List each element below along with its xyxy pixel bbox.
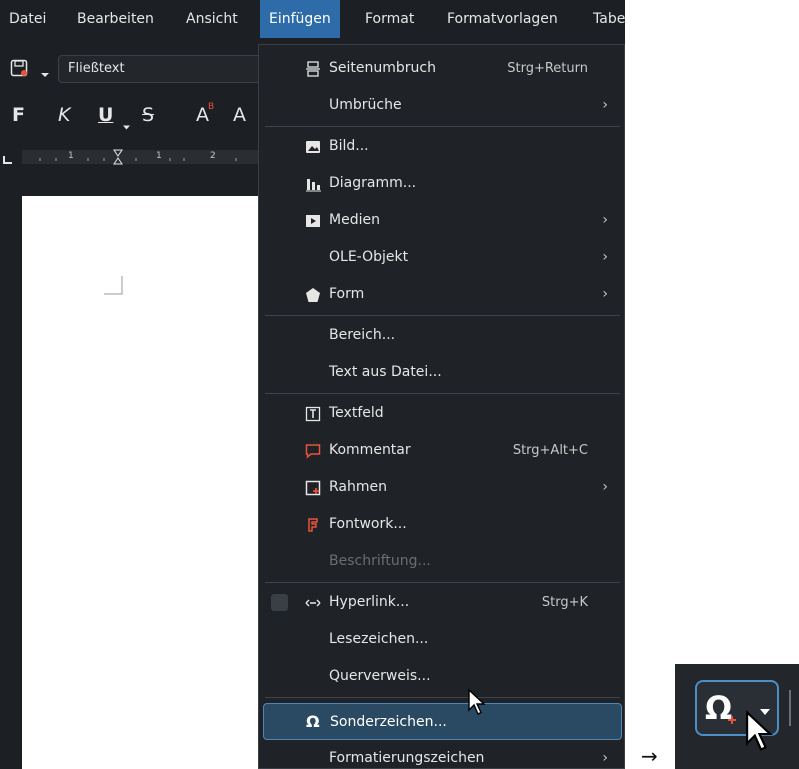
chevron-down-icon[interactable] bbox=[122, 116, 131, 130]
menu-item-label: Rahmen bbox=[329, 479, 387, 495]
menu-ansicht[interactable]: Ansicht bbox=[186, 0, 238, 38]
comment-icon bbox=[305, 443, 321, 459]
menu-item-label: Beschriftung... bbox=[329, 553, 431, 569]
menu-item-label: Bereich... bbox=[329, 327, 396, 343]
horizontal-ruler[interactable]: 1 1 2 bbox=[0, 148, 258, 168]
menu-item-label: Text aus Datei... bbox=[329, 364, 442, 380]
ruler-mark: 2 bbox=[210, 151, 216, 161]
frame-icon bbox=[305, 480, 321, 496]
menu-item-sonderzeichen[interactable]: Ω Sonderzeichen... bbox=[263, 703, 622, 740]
menu-item-shortcut: Strg+Return bbox=[507, 61, 588, 76]
menu-item-rahmen[interactable]: Rahmen › bbox=[259, 469, 625, 506]
menu-item-shortcut: Strg+Alt+C bbox=[512, 443, 588, 458]
textbox-icon bbox=[305, 406, 321, 422]
checkbox[interactable] bbox=[271, 594, 288, 611]
menu-item-diagramm[interactable]: Diagramm... bbox=[259, 165, 625, 202]
menu-item-label: Bild... bbox=[329, 138, 369, 154]
chevron-right-icon: › bbox=[602, 97, 608, 113]
plus-icon bbox=[727, 710, 737, 724]
menu-item-label: Lesezeichen... bbox=[329, 631, 429, 647]
menu-item-label: Fontwork... bbox=[329, 516, 407, 532]
writer-window: Datei Bearbeiten Ansicht Einfügen Format… bbox=[0, 0, 625, 769]
document-page[interactable] bbox=[22, 196, 258, 769]
menu-separator bbox=[265, 126, 620, 127]
menu-bar: Datei Bearbeiten Ansicht Einfügen Format… bbox=[0, 0, 625, 38]
menu-item-form[interactable]: Form › bbox=[259, 276, 625, 313]
bold-button[interactable]: F bbox=[12, 104, 25, 126]
menu-separator bbox=[265, 315, 620, 316]
chevron-right-icon: › bbox=[602, 479, 608, 495]
chevron-right-icon: › bbox=[602, 750, 608, 766]
menu-item-seitenumbruch[interactable]: Seitenumbruch Strg+Return bbox=[259, 50, 625, 87]
menu-item-label: Sonderzeichen... bbox=[330, 714, 447, 730]
menu-item-beschriftung: Beschriftung... bbox=[259, 543, 625, 580]
menu-item-label: Seitenumbruch bbox=[329, 60, 436, 76]
fontwork-icon bbox=[305, 517, 321, 533]
menu-format[interactable]: Format bbox=[365, 0, 414, 38]
hyperlink-icon bbox=[305, 595, 321, 611]
menu-item-kommentar[interactable]: Kommentar Strg+Alt+C bbox=[259, 432, 625, 469]
menu-item-label: Hyperlink... bbox=[329, 594, 410, 610]
menu-item-bild[interactable]: Bild... bbox=[259, 128, 625, 165]
transition-arrow: → bbox=[641, 744, 658, 768]
menu-item-label: Formatierungszeichen bbox=[329, 750, 485, 766]
menu-tabelle[interactable]: Tabe bbox=[593, 0, 625, 38]
menu-item-label: OLE-Objekt bbox=[329, 249, 409, 265]
menu-item-label: Querverweis... bbox=[329, 668, 431, 684]
insert-menu: Seitenumbruch Strg+Return Umbrüche › Bil… bbox=[258, 44, 625, 769]
menu-einfuegen[interactable]: Einfügen bbox=[260, 0, 340, 38]
chevron-right-icon: › bbox=[602, 249, 608, 265]
menu-separator bbox=[265, 582, 620, 583]
omega-icon: Ω bbox=[306, 712, 320, 731]
page-break-icon bbox=[305, 61, 321, 77]
menu-formatvorlagen[interactable]: Formatvorlagen bbox=[447, 0, 558, 38]
menu-item-label: Textfeld bbox=[329, 405, 384, 421]
menu-datei[interactable]: Datei bbox=[9, 0, 46, 38]
chevron-right-icon: › bbox=[602, 212, 608, 228]
menu-item-hyperlink[interactable]: Hyperlink... Strg+K bbox=[259, 584, 625, 621]
strikethrough-button[interactable]: S bbox=[142, 104, 154, 126]
menu-item-label: Medien bbox=[329, 212, 380, 228]
menu-item-textfeld[interactable]: Textfeld bbox=[259, 395, 625, 432]
menu-item-label: Umbrüche bbox=[329, 97, 402, 113]
menu-item-bereich[interactable]: Bereich... bbox=[259, 317, 625, 354]
media-icon bbox=[305, 213, 321, 229]
paragraph-style-combo[interactable]: Fließtext bbox=[58, 55, 268, 83]
menu-item-ole-objekt[interactable]: OLE-Objekt › bbox=[259, 239, 625, 276]
menu-item-medien[interactable]: Medien › bbox=[259, 202, 625, 239]
menu-item-fontwork[interactable]: Fontwork... bbox=[259, 506, 625, 543]
shape-icon bbox=[305, 287, 321, 303]
menu-item-label: Kommentar bbox=[329, 442, 411, 458]
image-icon bbox=[305, 139, 321, 155]
menu-item-formatierungszeichen[interactable]: Formatierungszeichen › bbox=[259, 740, 625, 769]
menu-item-lesezeichen[interactable]: Lesezeichen... bbox=[259, 621, 625, 658]
italic-button[interactable]: K bbox=[58, 104, 70, 126]
mouse-cursor-icon bbox=[744, 708, 778, 754]
ruler-mark: 1 bbox=[68, 151, 74, 161]
menu-item-querverweis[interactable]: Querverweis... bbox=[259, 658, 625, 695]
subscript-button[interactable]: A bbox=[233, 104, 246, 126]
superscript-marker: B bbox=[208, 102, 215, 112]
chevron-right-icon: › bbox=[602, 286, 608, 302]
chevron-down-icon[interactable] bbox=[40, 64, 50, 77]
ruler-mark: 1 bbox=[156, 151, 162, 161]
menu-item-shortcut: Strg+K bbox=[541, 595, 588, 610]
menu-item-text-aus-datei[interactable]: Text aus Datei... bbox=[259, 354, 625, 391]
menu-item-label: Diagramm... bbox=[329, 175, 417, 191]
chart-icon bbox=[305, 176, 321, 192]
menu-separator bbox=[265, 697, 620, 698]
mouse-cursor-icon bbox=[467, 688, 489, 716]
menu-item-umbrueche[interactable]: Umbrüche › bbox=[259, 87, 625, 124]
menu-separator bbox=[265, 393, 620, 394]
menu-bearbeiten[interactable]: Bearbeiten bbox=[77, 0, 154, 38]
menu-item-label: Form bbox=[329, 286, 365, 302]
save-icon[interactable] bbox=[10, 59, 28, 77]
underline-button[interactable]: U bbox=[98, 104, 113, 126]
toolbar-divider bbox=[789, 690, 791, 726]
